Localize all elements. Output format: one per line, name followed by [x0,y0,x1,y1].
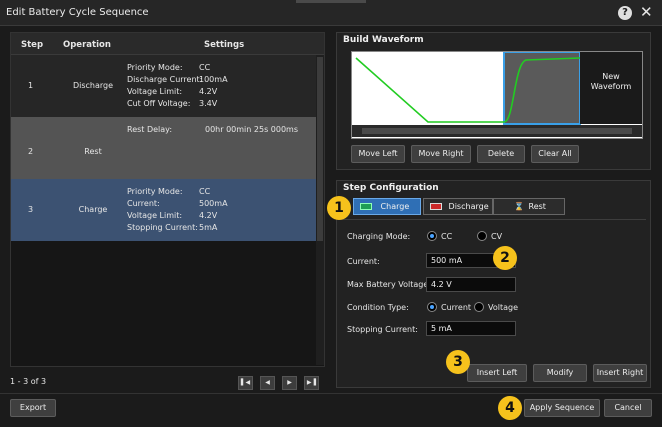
condition-type-label: Condition Type: [347,303,409,312]
setting-key: Priority Mode: [127,187,183,196]
callout-badge-2: 2 [493,246,517,270]
setting-key: Cut Off Voltage: [127,99,191,108]
clear-all-button[interactable]: Clear All [531,145,579,163]
callout-badge-4: 4 [498,396,522,420]
tab-rest[interactable]: ⌛ Rest [493,198,565,215]
stopping-current-field[interactable]: 5 mA [426,321,516,336]
export-button[interactable]: Export [10,399,56,417]
row-settings: Rest Delay: 00hr 00min 25s 000ms [127,124,298,136]
setting-key: Stopping Current: [127,223,198,232]
max-voltage-label: Max Battery Voltage: [347,280,431,289]
last-page-icon[interactable]: ▶▐ [304,376,319,390]
charging-mode-cv-radio[interactable] [477,231,487,241]
condition-voltage-radio[interactable] [474,302,484,312]
condition-current-label: Current [441,303,472,312]
hourglass-icon: ⌛ [514,202,524,211]
max-voltage-field[interactable]: 4.2 V [426,277,516,292]
waveform-graph [352,51,642,137]
scrollbar-thumb[interactable] [317,57,323,241]
drag-handle[interactable] [296,0,366,3]
divider [340,219,646,220]
setting-value: CC [199,63,211,72]
delete-button[interactable]: Delete [477,145,525,163]
row-operation: Charge [78,205,108,214]
next-page-icon[interactable]: ▶ [282,376,297,390]
waveform-preview[interactable]: New Waveform [351,51,643,139]
charging-mode-cc-radio[interactable] [427,231,437,241]
condition-current-radio[interactable] [427,302,437,312]
setting-value: 4.2V [199,211,218,220]
move-right-button[interactable]: Move Right [411,145,471,163]
table-header: Step Operation Settings [11,33,324,55]
window-title: Edit Battery Cycle Sequence [6,7,149,18]
row-step: 3 [28,205,34,214]
table-row-selected[interactable]: 3 Charge Priority Mode: CC Current: 500mA … [11,179,324,241]
charging-mode-cv-label: CV [491,232,503,241]
condition-voltage-label: Voltage [488,303,519,312]
help-icon[interactable]: ? [618,6,632,20]
first-page-icon[interactable]: ▌◀ [238,376,253,390]
insert-right-button[interactable]: Insert Right [593,364,647,382]
discharge-battery-icon [430,203,442,210]
setting-value: 4.2V [199,87,218,96]
sequence-table: Step Operation Settings 1 Discharge Prio… [10,32,325,367]
setting-key: Voltage Limit: [127,211,183,220]
setting-key: Discharge Current: [127,75,203,84]
insert-left-button[interactable]: Insert Left [467,364,527,382]
modify-button[interactable]: Modify [533,364,587,382]
apply-sequence-button[interactable]: Apply Sequence [524,399,600,417]
header-settings: Settings [204,40,245,50]
setting-value: 00hr 00min 25s 000ms [205,125,299,134]
cancel-button[interactable]: Cancel [604,399,652,417]
callout-badge-1: 1 [327,196,351,220]
build-waveform-panel: Build Waveform New Waveform Move Left Mo… [336,32,651,170]
setting-value: 500mA [199,199,228,208]
tab-charge-label: Charge [380,202,410,211]
setting-value: 5mA [199,223,218,232]
step-configuration-panel: Step Configuration Charge Discharge ⌛ Re… [336,180,651,388]
tab-discharge[interactable]: Discharge [423,198,493,215]
table-row[interactable]: 2 Rest Rest Delay: 00hr 00min 25s 000ms [11,117,324,179]
setting-value: CC [199,187,211,196]
setting-key: Current: [127,199,160,208]
tab-charge[interactable]: Charge [353,198,421,215]
step-configuration-title: Step Configuration [343,183,439,193]
stopping-current-label: Stopping Current: [347,325,418,334]
row-operation: Rest [84,147,102,156]
build-waveform-title: Build Waveform [343,35,424,45]
setting-key: Voltage Limit: [127,87,183,96]
callout-badge-3: 3 [446,350,470,374]
prev-page-icon[interactable]: ◀ [260,376,275,390]
pager-count: 1 - 3 of 3 [10,377,47,386]
charging-mode-cc-label: CC [441,232,453,241]
header-operation: Operation [63,40,111,50]
setting-value: 3.4V [199,99,218,108]
close-icon[interactable]: ✕ [640,3,653,21]
charging-mode-label: Charging Mode: [347,232,411,241]
row-step: 2 [28,147,34,156]
charge-battery-icon [360,203,372,210]
row-operation: Discharge [72,81,114,90]
table-row[interactable]: 1 Discharge Priority Mode: CC Discharge C… [11,55,324,117]
new-waveform-label[interactable]: New Waveform [584,72,638,92]
move-left-button[interactable]: Move Left [351,145,405,163]
table-scrollbar[interactable] [316,55,324,365]
tab-rest-label: Rest [528,202,546,211]
row-step: 1 [28,81,34,90]
header-step: Step [21,40,44,50]
current-label: Current: [347,257,380,266]
setting-value: 100mA [199,75,228,84]
title-bar: Edit Battery Cycle Sequence ? ✕ [0,0,662,26]
setting-key: Priority Mode: [127,63,183,72]
setting-key: Rest Delay: [127,125,173,134]
row-settings: Priority Mode: CC Current: 500mA Voltage L… [127,186,228,234]
tab-discharge-label: Discharge [448,202,489,211]
row-settings: Priority Mode: CC Discharge Current:100mA… [127,62,228,110]
